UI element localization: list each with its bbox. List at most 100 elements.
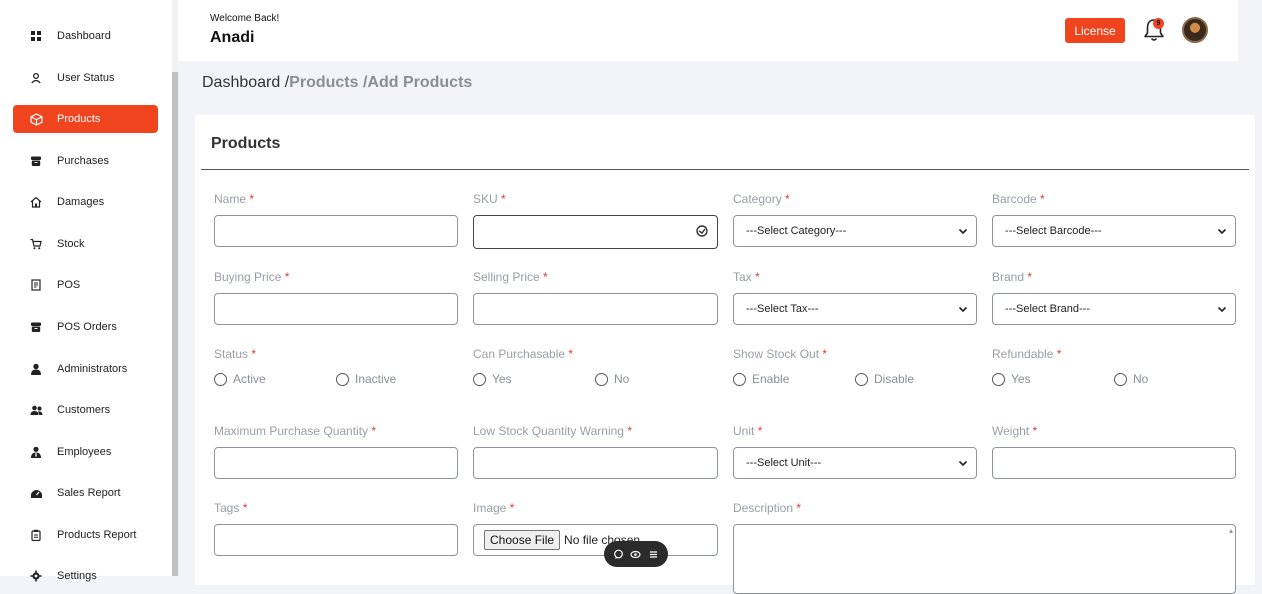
- barcode-label: Barcode *: [992, 192, 1045, 206]
- tax-label: Tax *: [733, 270, 760, 284]
- sidebar-item-label: POS: [57, 279, 81, 291]
- weight-input[interactable]: [992, 447, 1236, 479]
- sku-input[interactable]: [473, 215, 718, 249]
- refundable-label: Refundable *: [992, 347, 1062, 361]
- radio-circle[interactable]: [992, 372, 1005, 386]
- tax-select[interactable]: ---Select Tax---: [733, 293, 977, 325]
- title-divider: [201, 169, 1249, 170]
- sidebar-scrollbar-thumb[interactable]: [172, 72, 178, 576]
- sidebar-item-pos[interactable]: POS: [13, 271, 158, 299]
- radio-label: No: [1133, 372, 1149, 386]
- page-title: Products: [211, 135, 281, 152]
- buying-price-input[interactable]: [214, 293, 458, 325]
- radio-label: Enable: [752, 372, 790, 386]
- chevron-down-icon: [1217, 306, 1227, 313]
- cart-icon: [29, 237, 43, 251]
- floating-toolbar: [604, 541, 668, 567]
- radio-circle[interactable]: [473, 372, 486, 386]
- category-label: Category *: [733, 192, 790, 206]
- max-qty-input[interactable]: [214, 447, 458, 479]
- choose-file-button[interactable]: Choose File: [484, 530, 561, 550]
- purchasable-no-radio[interactable]: No: [595, 372, 629, 386]
- purchasable-label: Can Purchasable *: [473, 347, 574, 361]
- archive-icon: [29, 154, 43, 168]
- sidebar-item-label: Products: [57, 113, 101, 125]
- sidebar-item-products[interactable]: Products: [13, 105, 158, 133]
- radio-label: Active: [233, 372, 266, 386]
- sidebar-item-label: Customers: [57, 404, 111, 416]
- sidebar-item-label: Employees: [57, 446, 112, 458]
- sidebar-item-sales-report[interactable]: Sales Report: [13, 479, 158, 507]
- refresh-icon[interactable]: [695, 224, 709, 238]
- eye-icon[interactable]: [630, 548, 642, 560]
- sidebar-item-label: Settings: [57, 570, 97, 582]
- home-icon: [29, 195, 43, 209]
- sidebar-item-employees[interactable]: Employees: [13, 438, 158, 466]
- radio-circle[interactable]: [733, 372, 746, 386]
- stock-out-disable-radio[interactable]: Disable: [855, 372, 914, 386]
- sidebar: Dashboard User Status Products Purchases Dam…: [0, 0, 172, 582]
- radio-circle[interactable]: [214, 372, 227, 386]
- sidebar-item-stock[interactable]: Stock: [13, 230, 158, 258]
- scroll-up-icon[interactable]: [1229, 527, 1233, 535]
- chevron-down-icon: [958, 460, 968, 467]
- category-select[interactable]: ---Select Category---: [733, 215, 977, 247]
- weight-label: Weight *: [992, 424, 1038, 438]
- sidebar-item-customers[interactable]: Customers: [13, 396, 158, 424]
- sidebar-item-administrators[interactable]: Administrators: [13, 355, 158, 383]
- menu-icon[interactable]: [647, 548, 659, 560]
- unit-select[interactable]: ---Select Unit---: [733, 447, 977, 479]
- welcome-text: Welcome Back!: [210, 13, 280, 24]
- radio-label: Disable: [874, 372, 915, 386]
- sidebar-item-settings[interactable]: Settings: [13, 562, 158, 590]
- low-stock-input[interactable]: [473, 447, 718, 479]
- license-button[interactable]: License: [1065, 18, 1125, 43]
- radio-circle[interactable]: [1114, 372, 1127, 386]
- purchasable-yes-radio[interactable]: Yes: [473, 372, 512, 386]
- breadcrumb-root[interactable]: Dashboard /: [202, 74, 289, 91]
- status-active-radio[interactable]: Active: [214, 372, 266, 386]
- refundable-yes-radio[interactable]: Yes: [992, 372, 1031, 386]
- sidebar-item-pos-orders[interactable]: POS Orders: [13, 313, 158, 341]
- sidebar-item-label: Administrators: [57, 363, 128, 375]
- unit-label: Unit *: [733, 424, 763, 438]
- image-file-input[interactable]: Choose File No file chosen: [473, 524, 718, 556]
- person-tie-icon: [29, 445, 43, 459]
- breadcrumb: Dashboard /Products /Add Products: [202, 74, 472, 92]
- sidebar-item-label: Dashboard: [57, 30, 111, 42]
- clipboard-icon: [29, 528, 43, 542]
- selling-price-input[interactable]: [473, 293, 718, 325]
- stock-out-enable-radio[interactable]: Enable: [733, 372, 789, 386]
- brand-label: Brand *: [992, 270, 1033, 284]
- receipt-icon: [29, 278, 43, 292]
- product-form-card: Products Name * SKU * Category * ---Sele…: [195, 115, 1255, 594]
- sidebar-item-user-status[interactable]: User Status: [13, 64, 158, 92]
- sidebar-scrollbar[interactable]: [172, 0, 178, 576]
- sidebar-item-dashboard[interactable]: Dashboard: [13, 22, 158, 50]
- selling-price-label: Selling Price *: [473, 270, 548, 284]
- barcode-select[interactable]: ---Select Barcode---: [992, 215, 1236, 247]
- description-textarea[interactable]: [733, 524, 1236, 594]
- tags-label: Tags *: [214, 501, 248, 515]
- archive-icon: [29, 320, 43, 334]
- radio-circle[interactable]: [336, 372, 349, 386]
- chevron-down-icon: [958, 306, 968, 313]
- sidebar-item-damages[interactable]: Damages: [13, 188, 158, 216]
- status-inactive-radio[interactable]: Inactive: [336, 372, 396, 386]
- sidebar-item-label: Products Report: [57, 529, 137, 541]
- radio-circle[interactable]: [855, 372, 868, 386]
- refundable-no-radio[interactable]: No: [1114, 372, 1148, 386]
- notification-badge: 9: [1153, 18, 1164, 29]
- brand-select[interactable]: ---Select Brand---: [992, 293, 1236, 325]
- sidebar-item-purchases[interactable]: Purchases: [13, 147, 158, 175]
- tax-select-value: ---Select Tax---: [746, 303, 819, 315]
- radio-circle[interactable]: [595, 372, 608, 386]
- tags-input[interactable]: [214, 524, 458, 556]
- breadcrumb-current: Products /Add Products: [289, 74, 473, 91]
- radio-label: Inactive: [355, 372, 397, 386]
- sidebar-item-products-report[interactable]: Products Report: [13, 521, 158, 549]
- chat-icon[interactable]: [613, 548, 625, 560]
- person-icon: [29, 362, 43, 376]
- avatar[interactable]: [1182, 17, 1208, 43]
- name-input[interactable]: [214, 215, 458, 247]
